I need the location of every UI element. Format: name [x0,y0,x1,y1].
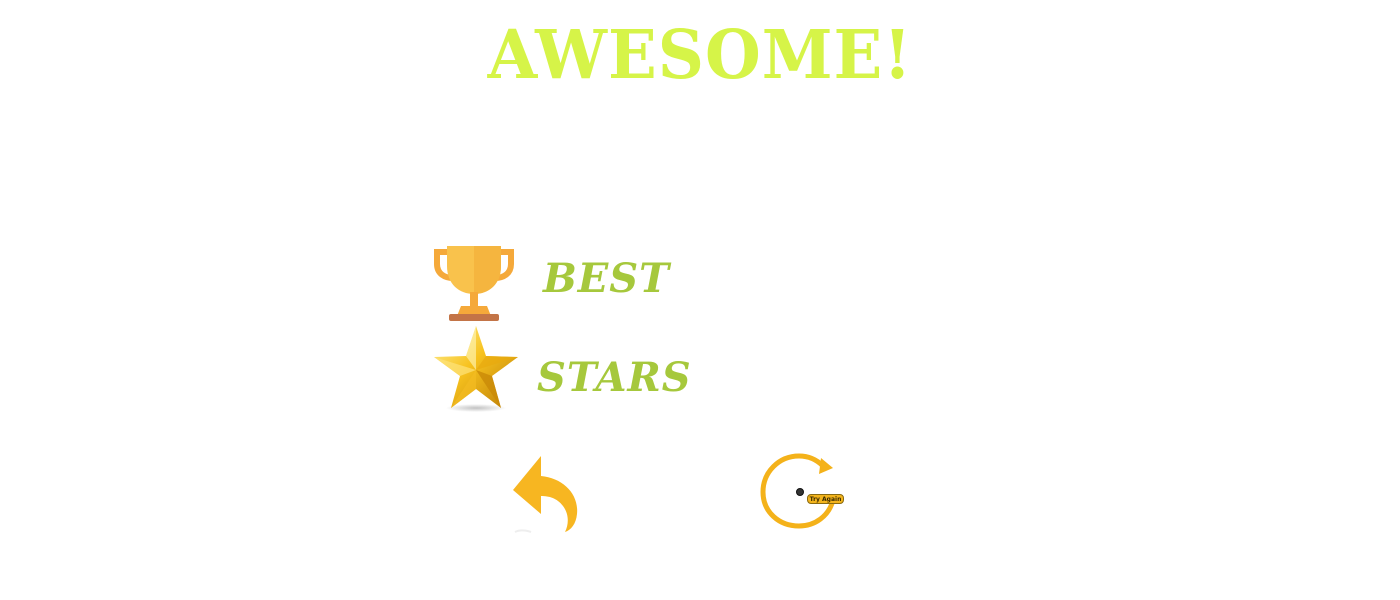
record-dot-icon [796,488,804,496]
stars-label: STARS [537,354,692,401]
best-label: BEST [543,255,670,302]
trophy-icon [433,244,515,324]
game-over-screen: AWESOME! BEST STARS Try Again [0,0,1400,600]
back-button[interactable] [505,452,585,536]
try-again-button[interactable]: Try Again [757,452,849,532]
star-icon [433,324,519,414]
try-again-label: Try Again [807,494,844,504]
result-title: AWESOME! [487,16,913,95]
undo-arrow-icon [513,456,578,533]
